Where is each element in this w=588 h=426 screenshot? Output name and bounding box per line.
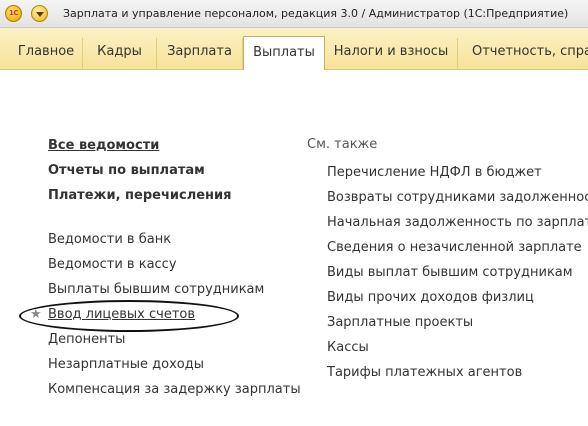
- link-salary-projects[interactable]: Зарплатные проекты: [327, 315, 473, 330]
- title-bar: 1С Зарплата и управление персоналом, ред…: [0, 0, 588, 28]
- link-former-employee-payment-types[interactable]: Виды выплат бывшим сотрудникам: [327, 265, 573, 280]
- link-cash-desks[interactable]: Кассы: [327, 340, 369, 355]
- link-debt-returns[interactable]: Возвраты сотрудниками задолженности: [327, 190, 588, 205]
- link-former-employee-payments[interactable]: Выплаты бывшим сотрудникам: [48, 282, 264, 297]
- app-logo-icon[interactable]: 1С: [5, 5, 22, 22]
- tab-main[interactable]: Главное: [10, 38, 83, 70]
- main-menu-dropdown-icon[interactable]: [31, 5, 48, 22]
- link-cash-statements[interactable]: Ведомости в кассу: [48, 257, 177, 272]
- link-payments-transfers[interactable]: Платежи, перечисления: [48, 188, 231, 203]
- link-other-income-types[interactable]: Виды прочих доходов физлиц: [327, 290, 534, 305]
- link-late-salary-compensation[interactable]: Компенсация за задержку зарплаты: [48, 382, 301, 397]
- highlight-ellipse: [19, 300, 239, 332]
- link-deposits[interactable]: Депоненты: [48, 332, 125, 347]
- section-content: Все ведомости Отчеты по выплатам Платежи…: [0, 70, 588, 426]
- link-payment-agent-rates[interactable]: Тарифы платежных агентов: [327, 365, 522, 380]
- link-bank-statements[interactable]: Ведомости в банк: [48, 232, 171, 247]
- link-payment-reports[interactable]: Отчеты по выплатам: [48, 163, 205, 178]
- window-title: Зарплата и управление персоналом, редакц…: [63, 7, 569, 20]
- link-ndfl-transfer[interactable]: Перечисление НДФЛ в бюджет: [327, 165, 542, 180]
- tab-payments[interactable]: Выплаты: [243, 36, 325, 70]
- link-initial-salary-debt[interactable]: Начальная задолженность по зарплате: [327, 215, 588, 230]
- tab-reports[interactable]: Отчетность, справк: [458, 38, 588, 70]
- link-non-salary-income[interactable]: Незарплатные доходы: [48, 357, 204, 372]
- link-uncredited-salary-info[interactable]: Сведения о незачисленной зарплате: [327, 240, 582, 255]
- see-also-heading: См. также: [307, 137, 378, 152]
- tab-personnel[interactable]: Кадры: [83, 38, 157, 70]
- tab-salary[interactable]: Зарплата: [157, 38, 243, 70]
- sections-menu: Главное Кадры Зарплата Выплаты Налоги и …: [0, 28, 588, 70]
- tab-taxes[interactable]: Налоги и взносы: [325, 38, 458, 70]
- link-all-statements[interactable]: Все ведомости: [48, 138, 159, 153]
